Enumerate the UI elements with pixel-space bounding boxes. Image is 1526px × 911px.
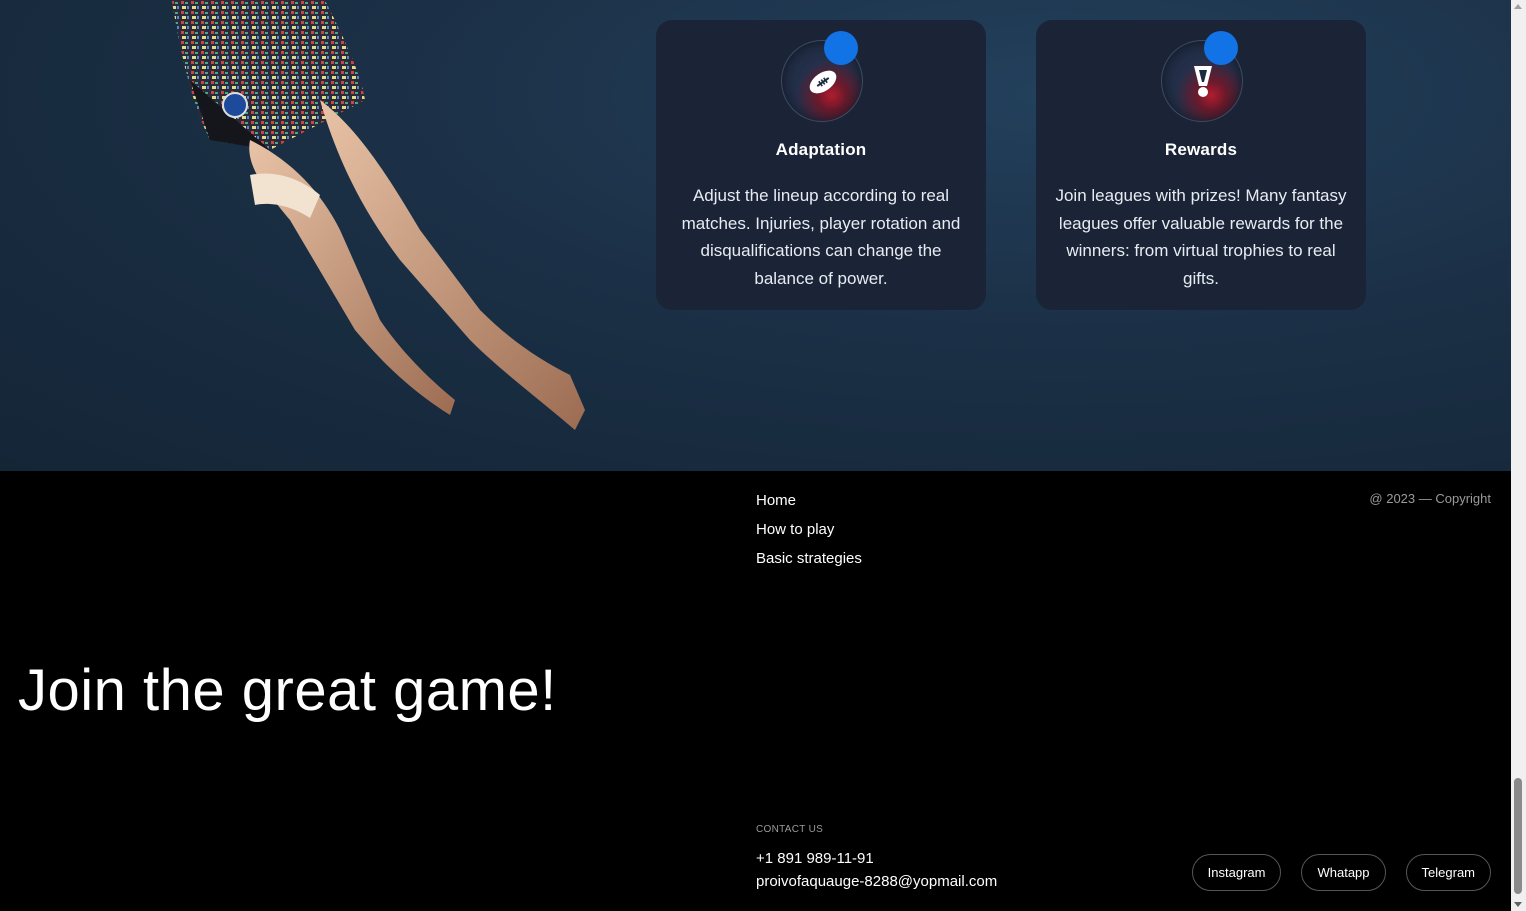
badge-dot [824,31,858,65]
telegram-button[interactable]: Telegram [1405,854,1491,891]
scrollbar-thumb[interactable] [1514,778,1522,894]
card-text: Join leagues with prizes! Many fantasy l… [1055,186,1347,288]
footer-nav: Home How to play Basic strategies [756,491,862,578]
copyright: @ 2023 — Copyright [1369,491,1491,506]
instagram-button[interactable]: Instagram [1191,854,1282,891]
card-text: Adjust the lineup according to real matc… [681,186,961,288]
contact-label: CONTACT US [756,824,824,835]
card-title: Rewards [1164,140,1238,159]
medal-icon [1194,66,1212,97]
footer-headline: Join the great game! [18,658,557,723]
scroll-down-arrow-icon[interactable] [1514,902,1522,907]
nav-link-how-to-play[interactable]: How to play [756,520,862,549]
social-links: Instagram Whatapp Telegram [1191,854,1491,891]
football-icon [809,70,837,94]
nav-link-home[interactable]: Home [756,491,862,520]
badge-dot [1204,31,1238,65]
contact-phone[interactable]: +1 891 989-11-91 [756,850,874,867]
feature-card-rewards: Rewards Join leagues with prizes! Many f… [1036,20,1366,310]
scroll-up-arrow-icon[interactable] [1514,4,1522,9]
footer: Home How to play Basic strategies @ 2023… [0,471,1511,911]
nav-link-basic-strategies[interactable]: Basic strategies [756,549,862,578]
athlete-image [171,0,585,430]
features-section: Adaptation Adjust the lineup according t… [0,0,1511,471]
feature-badge [781,31,863,122]
contact-email[interactable]: proivofaquauge-8288@yopmail.com [756,873,997,890]
feature-badge [1161,31,1243,122]
whatsapp-button[interactable]: Whatapp [1301,854,1386,891]
card-title: Adaptation [775,140,867,159]
feature-card-adaptation: Adaptation Adjust the lineup according t… [656,20,986,310]
page-scrollbar[interactable] [1511,0,1526,911]
